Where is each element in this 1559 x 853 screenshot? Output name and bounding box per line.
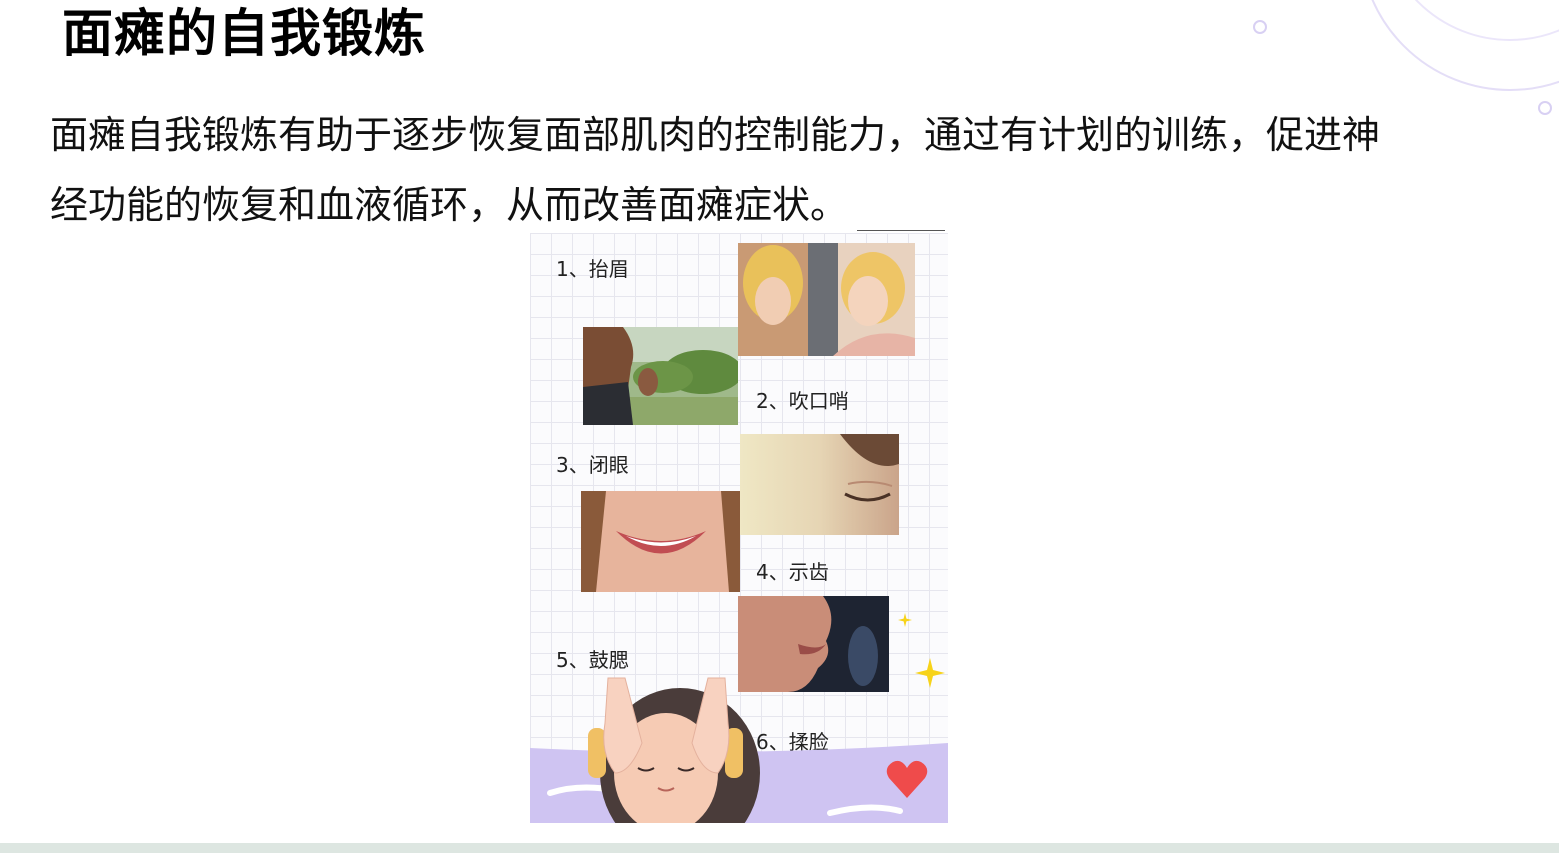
photo-closed-eye bbox=[740, 434, 899, 535]
photo-eyebrow-raise bbox=[738, 243, 915, 356]
page-title: 面瘫的自我锻炼 bbox=[62, 5, 427, 64]
description-line: 经功能的恢复和血液循环，从而改善面瘫症状。 bbox=[50, 183, 849, 227]
heart-icon bbox=[886, 760, 928, 798]
bottom-strip bbox=[0, 843, 1559, 853]
exercise-poster: 1、抬眉 2、吹口哨 3、闭眼 4、示齿 5、鼓腮 6、揉脸 bbox=[530, 233, 948, 823]
divider bbox=[857, 230, 945, 231]
description-line: 面瘫自我锻炼有助于逐步恢复面部肌肉的控制能力，通过有计划的训练，促进神 bbox=[50, 113, 1381, 157]
description-paragraph: 面瘫自我锻炼有助于逐步恢复面部肌肉的控制能力，通过有计划的训练，促进神 经功能的… bbox=[50, 100, 1490, 240]
exercise-label-raise-eyebrows: 1、抬眉 bbox=[556, 257, 629, 281]
photo-show-teeth bbox=[581, 491, 740, 592]
photo-whistle bbox=[583, 327, 738, 425]
exercise-label-close-eyes: 3、闭眼 bbox=[556, 453, 629, 477]
exercise-label-show-teeth: 4、示齿 bbox=[756, 560, 829, 584]
sparkle-icon bbox=[898, 613, 912, 627]
exercise-label-whistle: 2、吹口哨 bbox=[756, 389, 849, 413]
